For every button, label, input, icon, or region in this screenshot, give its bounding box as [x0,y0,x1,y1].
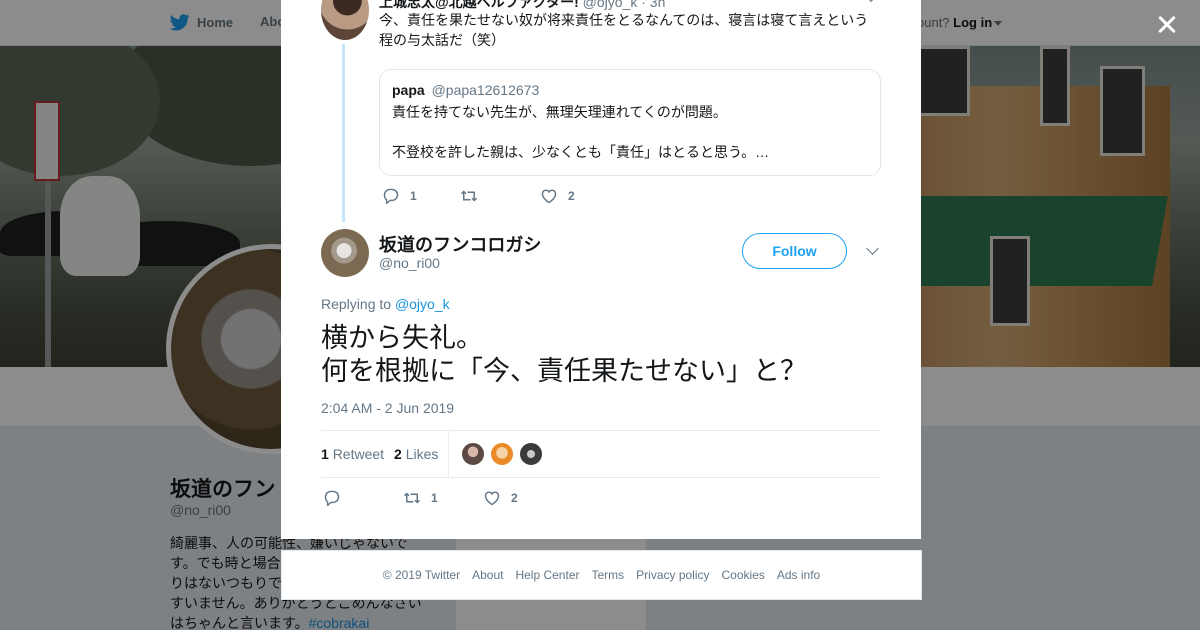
quoted-author-handle: @papa12612673 [431,82,540,98]
tweet-text-line: 横から失礼。 [321,323,483,353]
close-icon[interactable] [1152,10,1182,40]
tweet-timestamp[interactable]: 2:04 AM - 2 Jun 2019 [321,400,454,416]
parent-like-button[interactable]: 2 [540,188,575,204]
footer-link-privacy[interactable]: Privacy policy [636,568,709,582]
parent-tweet-time[interactable]: · 3h [641,0,665,10]
footer-link-help-center[interactable]: Help Center [515,568,579,582]
parent-tweet-avatar[interactable] [321,0,369,40]
parent-reply-count: 1 [410,189,417,203]
footer-link-ads-info[interactable]: Ads info [777,568,820,582]
like-button[interactable]: 2 [483,490,518,506]
parent-retweet-button[interactable] [460,188,540,204]
retweet-icon [403,492,421,504]
quoted-tweet-card[interactable]: papa @papa12612673 責任を持てない先生が、無理矢理連れてくのが… [379,69,881,176]
heart-icon [541,189,557,204]
replying-to: Replying to @ojyo_k [321,296,450,312]
retweet-action-count: 1 [431,491,438,505]
tweet-text-line: 何を根拠に「今、責任果たせない」と？ [321,356,807,386]
liker-avatar[interactable] [461,442,486,466]
parent-chevron-down-icon[interactable] [863,0,879,3]
footer-link-terms[interactable]: Terms [591,568,624,582]
reply-icon [324,490,340,506]
main-tweet-text: 横から失礼。 何を根拠に「今、責任果たせない」と？ [321,322,881,388]
quoted-text-line: 責任を持てない先生が、無理矢理連れてくのが問題。 [392,104,727,120]
retweet-stat-label: Retweet [332,446,385,462]
parent-tweet-actions: 1 2 [382,188,575,204]
replying-prefix: Replying to [321,296,392,312]
like-stat-count: 2 [394,446,402,462]
main-chevron-down-icon[interactable] [866,242,879,255]
heart-icon [484,491,500,506]
replying-to-link[interactable]: @ojyo_k [395,296,450,312]
retweet-stat[interactable]: 1 Retweet [321,446,384,462]
quoted-text-line: 不登校を許した親は、少なくとも「責任」はとると思う。… [392,144,770,160]
footer-copyright: © 2019 Twitter [382,568,461,582]
liker-avatar[interactable] [490,442,515,466]
tweet-modal: 上城忠太@北越ベルファクター! @ojyo_k · 3h 今、責任を果たせない奴… [281,0,921,539]
main-tweet-actions: 1 2 [323,490,518,506]
parent-tweet-text: 今、責任を果たせない奴が将来責任をとるなんてのは、寝言は寝て言えという 程の与太… [379,10,879,50]
parent-author-handle[interactable]: @ojyo_k [583,0,638,10]
retweet-stat-count: 1 [321,446,329,462]
stats-divider [448,431,450,477]
parent-like-count: 2 [568,189,575,203]
thread-connector-line [342,44,345,222]
retweet-button[interactable]: 1 [403,490,483,506]
modal-footer: © 2019 Twitter About Help Center Terms P… [281,550,922,600]
quoted-author-name: papa [392,82,425,98]
like-stat-label: Likes [405,446,439,462]
retweet-icon [460,190,478,202]
main-author-name[interactable]: 坂道のフンコロガシ [379,231,541,257]
tweet-stats: 1 Retweet 2 Likes [321,430,881,478]
footer-link-cookies[interactable]: Cookies [722,568,765,582]
parent-author-name[interactable]: 上城忠太@北越ベルファクター! [379,0,579,10]
reply-button[interactable] [323,490,403,506]
follow-button[interactable]: Follow [742,233,847,269]
like-action-count: 2 [511,491,518,505]
main-tweet-avatar[interactable] [321,229,369,277]
parent-text-line: 今、責任を果たせない奴が将来責任をとるなんてのは、寝言は寝て言えという [379,12,869,28]
parent-text-line: 程の与太話だ（笑） [379,32,505,48]
main-author-handle[interactable]: @no_ri00 [379,255,440,271]
like-stat[interactable]: 2 Likes [394,446,438,462]
footer-link-about[interactable]: About [472,568,503,582]
liker-avatar[interactable] [519,442,544,466]
reply-icon [383,188,399,204]
parent-reply-button[interactable]: 1 [382,188,460,204]
